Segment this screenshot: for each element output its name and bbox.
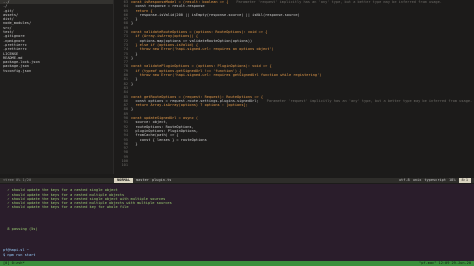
code-text: response.isValid(200 || isEmpty(response… — [131, 12, 300, 17]
file-tree-panel: .././.git/assets/dist/node_modules/src/t… — [0, 0, 114, 174]
encoding: utf-8 — [398, 178, 410, 183]
code-text: } — [131, 141, 138, 146]
tree-item[interactable]: tsconfig.json — [0, 69, 113, 73]
code-line[interactable] — [131, 163, 474, 167]
file-name: plugin.ts — [151, 178, 172, 183]
scroll-percent: 18% — [449, 178, 456, 183]
editor-statusline: NORMAL master plugin.ts utf-8 unix types… — [114, 178, 474, 183]
code-text: } — [131, 81, 134, 86]
diagnostic-hint: Parameter 'request' implicitly has an 'a… — [236, 0, 442, 4]
tree-statusline: <tree 0% 1/20 — [0, 178, 116, 183]
tmux-host-time: "pf-mac" 12:09 29-Jun-20 — [419, 261, 471, 266]
diagnostic-hint: Parameter 'request' implicitly has an 'a… — [266, 98, 473, 103]
code-area[interactable]: const isResponseModel = (result: boolean… — [131, 0, 474, 170]
filetype: typescript — [424, 178, 446, 183]
code-text: } — [131, 55, 134, 60]
line-number: 101 — [121, 163, 129, 168]
code-text: } — [131, 107, 134, 112]
tmux-status-bar: [0] 0:zsh* "pf-mac" 12:09 29-Jun-20 — [0, 261, 474, 266]
code-text: } — [131, 21, 134, 26]
code-text: throw new Error('hapi-signed-url: requir… — [131, 73, 322, 78]
line-number-gutter: 63 64 65 66 67 68 69 70 71 72 73 74 75 76 77 78 79 80 81 82… — [114, 0, 129, 170]
os-format: unix — [412, 178, 422, 183]
terminal-pane[interactable]: ✓ should update the keys for a nested si… — [0, 184, 474, 261]
mode-indicator: NORMAL — [114, 178, 133, 183]
cursor-position: 8:1 — [458, 178, 471, 183]
code-text: return Array.isArray(options) ? options … — [131, 103, 248, 108]
code-editor[interactable]: 63 64 65 66 67 68 69 70 71 72 73 74 75 76 77 78 79 80 81 82… — [114, 0, 474, 174]
code-text: throw new Error('hapi-signed-url: requir… — [131, 47, 274, 52]
tmux-session[interactable]: [0] 0:zsh* — [0, 261, 28, 265]
code-text: const { lenses } = routeOptions — [131, 137, 207, 142]
git-branch: master — [135, 178, 149, 183]
